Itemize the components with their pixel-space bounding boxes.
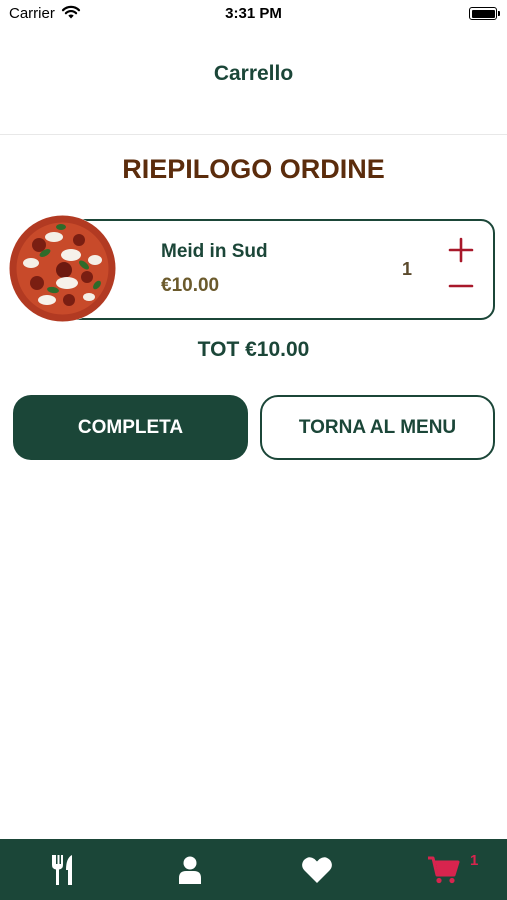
decrease-quantity-button[interactable] — [443, 270, 479, 302]
pizza-icon — [9, 215, 116, 322]
cart-icon — [428, 856, 460, 883]
back-to-menu-button[interactable]: TORNA AL MENU — [260, 395, 495, 460]
tab-bar — [0, 839, 507, 900]
tab-profile[interactable] — [150, 839, 230, 900]
nav-title: Carrello — [213, 62, 294, 85]
heart-icon — [302, 856, 332, 883]
complete-order-button[interactable]: COMPLETA — [13, 395, 248, 460]
status-bar: Carrier 3:31 PM — [0, 0, 507, 28]
status-time: 3:31 PM — [225, 5, 282, 22]
user-icon — [179, 856, 201, 884]
cart-badge: 1 — [470, 852, 479, 869]
order-total: TOT €10.00 — [197, 338, 310, 361]
tab-favorites[interactable] — [277, 839, 357, 900]
nav-divider — [0, 134, 507, 135]
item-quantity: 1 — [401, 259, 412, 279]
increase-quantity-button[interactable] — [443, 234, 479, 266]
tab-menu[interactable] — [24, 839, 104, 900]
tab-cart[interactable] — [404, 839, 484, 900]
battery-icon — [469, 7, 500, 20]
cart-item-card — [64, 219, 495, 320]
minus-icon — [448, 284, 474, 288]
plus-icon — [448, 237, 474, 263]
page-title: RIEPILOGO ORDINE — [122, 154, 385, 184]
item-price: €10.00 — [161, 275, 220, 296]
fork-knife-icon — [52, 854, 72, 885]
item-name: Meid in Sud — [161, 241, 268, 262]
